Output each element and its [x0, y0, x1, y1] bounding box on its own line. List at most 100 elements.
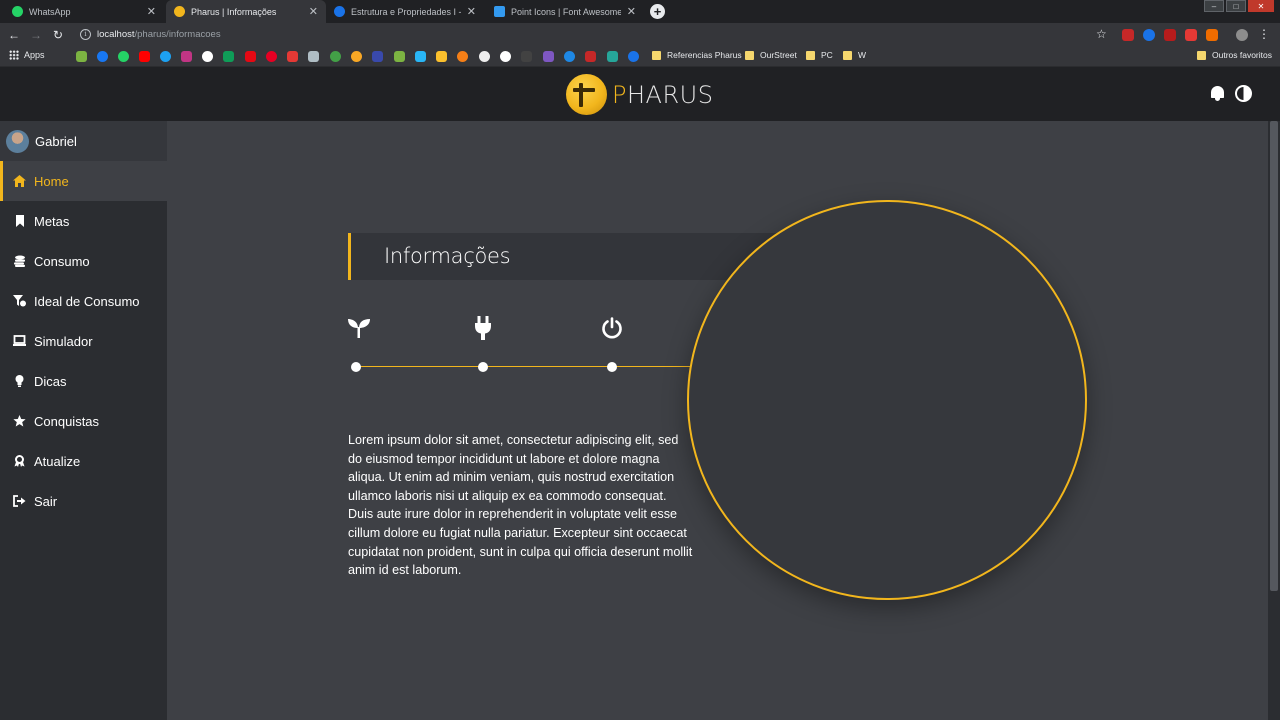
sidebar-item-conquistas[interactable]: Conquistas — [0, 401, 167, 441]
drive-icon[interactable] — [223, 51, 234, 62]
sidebar-item-ideal-de-consumo[interactable]: Ideal de Consumo — [0, 281, 167, 321]
close-icon[interactable]: ✕ — [147, 5, 156, 18]
bookmark-icon[interactable] — [351, 51, 362, 62]
browser-tab-estrutura[interactable]: Estrutura e Propriedades I - Quí ✕ — [326, 0, 484, 23]
back-arrow-icon[interactable]: ← — [3, 28, 25, 42]
facebook-icon[interactable] — [97, 51, 108, 62]
sidebar-item-dicas[interactable]: Dicas — [0, 361, 167, 401]
timeline-dot[interactable] — [607, 362, 617, 372]
extension-icon[interactable] — [1143, 29, 1155, 41]
bookmark-apps[interactable]: Apps — [9, 50, 45, 60]
bookmark-icon[interactable] — [330, 51, 341, 62]
bookmark-icon[interactable] — [287, 51, 298, 62]
folder-icon — [745, 50, 754, 60]
sidebar-item-label: Ideal de Consumo — [34, 293, 140, 309]
netflix-icon[interactable] — [245, 51, 256, 62]
bookmark-icon[interactable] — [585, 51, 596, 62]
minimize-button[interactable]: – — [1204, 0, 1224, 12]
bookmark-icon[interactable] — [628, 51, 639, 62]
pharus-icon — [174, 6, 185, 17]
sidebar-item-label: Simulador — [34, 333, 93, 349]
window-close-button[interactable]: ✕ — [1248, 0, 1274, 12]
reload-icon[interactable]: ↻ — [47, 28, 69, 42]
bell-icon[interactable] — [1210, 85, 1225, 102]
plug-icon[interactable] — [470, 315, 496, 341]
twitter-icon[interactable] — [160, 51, 171, 62]
sidebar-item-consumo[interactable]: Consumo — [0, 241, 167, 281]
bookmark-icon[interactable] — [457, 51, 468, 62]
github-icon[interactable] — [479, 51, 490, 62]
user-profile[interactable]: Gabriel — [0, 121, 167, 161]
whatsapp-icon[interactable] — [118, 51, 129, 62]
brand-initial: P — [612, 80, 627, 109]
page-title-bar: Informações — [348, 233, 778, 280]
google-icon[interactable] — [202, 51, 213, 62]
lightbulb-icon — [13, 375, 26, 388]
forward-arrow-icon[interactable]: → — [25, 28, 47, 42]
sidebar-item-sair[interactable]: Sair — [0, 481, 167, 521]
pharus-logo[interactable]: PHARUS — [566, 74, 713, 115]
browser-tab-whatsapp[interactable]: WhatsApp ✕ — [4, 0, 164, 23]
user-name: Gabriel — [35, 133, 77, 149]
browser-tab-fontawesome[interactable]: Point Icons | Font Awesome ✕ — [486, 0, 644, 23]
browser-toolbar: ← → ↻ i localhost /pharus/informacoes ☆ … — [0, 23, 1280, 46]
sidebar-item-metas[interactable]: Metas — [0, 201, 167, 241]
sidebar-item-atualize[interactable]: Atualize — [0, 441, 167, 481]
apps-label: Apps — [24, 50, 45, 60]
bookmark-icon[interactable] — [76, 51, 87, 62]
site-icon — [334, 6, 345, 17]
profile-avatar-icon[interactable] — [1236, 29, 1248, 41]
figma-icon[interactable] — [543, 51, 554, 62]
brand-name: PHARUS — [612, 81, 713, 109]
page-title: Informações — [384, 244, 511, 268]
scrollbar-thumb[interactable] — [1270, 121, 1278, 591]
close-icon[interactable]: ✕ — [309, 5, 318, 18]
bookmark-icon[interactable] — [308, 51, 319, 62]
info-icon[interactable]: i — [80, 29, 91, 40]
browser-menu-icon[interactable]: ⋮ — [1258, 27, 1270, 41]
new-tab-button[interactable]: + — [650, 4, 665, 19]
extension-icon[interactable] — [1185, 29, 1197, 41]
power-icon[interactable] — [599, 315, 625, 341]
bookmark-icon[interactable] — [607, 51, 618, 62]
timeline-line — [356, 366, 716, 367]
info-description: Lorem ipsum dolor sit amet, consectetur … — [348, 433, 693, 578]
browser-tab-pharus[interactable]: Pharus | Informações ✕ — [166, 0, 326, 23]
extension-icon[interactable] — [1122, 29, 1134, 41]
maximize-button[interactable]: □ — [1226, 0, 1246, 12]
bookmark-folder[interactable]: OurStreet — [745, 50, 797, 60]
contrast-toggle-icon[interactable] — [1235, 85, 1252, 102]
tab-title: Pharus | Informações — [191, 6, 277, 17]
timeline-dot[interactable] — [351, 362, 361, 372]
bookmark-icon[interactable] — [521, 51, 532, 62]
sidebar-item-label: Sair — [34, 493, 58, 509]
extension-icon[interactable] — [1206, 29, 1218, 41]
bookmark-folder[interactable]: W — [843, 50, 866, 60]
pdf-extension-icon[interactable] — [1164, 29, 1176, 41]
scrollbar[interactable] — [1268, 121, 1280, 720]
other-bookmarks-folder[interactable]: Outros favoritos — [1197, 50, 1272, 60]
instagram-icon[interactable] — [181, 51, 192, 62]
bookmark-icon[interactable] — [436, 51, 447, 62]
browser-tab-strip: WhatsApp ✕ Pharus | Informações ✕ Estrut… — [0, 0, 1280, 23]
bookmark-folder[interactable]: PC — [806, 50, 833, 60]
pinterest-icon[interactable] — [266, 51, 277, 62]
bookmark-icon[interactable] — [564, 51, 575, 62]
bookmark-icon[interactable] — [500, 51, 511, 62]
sidebar-item-home[interactable]: Home — [0, 161, 167, 201]
close-icon[interactable]: ✕ — [627, 5, 636, 18]
bookmark-icon[interactable] — [394, 51, 405, 62]
bookmark-icon[interactable] — [372, 51, 383, 62]
close-icon[interactable]: ✕ — [467, 5, 476, 18]
bookmark-folder[interactable]: Referencias Pharus — [652, 50, 742, 60]
bookmark-icon[interactable] — [415, 51, 426, 62]
sidebar-item-label: Home — [34, 173, 69, 189]
sidebar-item-label: Consumo — [34, 253, 90, 269]
sidebar: Gabriel Home Metas Consumo Ideal de Cons… — [0, 121, 167, 720]
sidebar-item-simulador[interactable]: Simulador — [0, 321, 167, 361]
youtube-icon[interactable] — [139, 51, 150, 62]
seedling-icon[interactable] — [346, 315, 372, 341]
address-bar[interactable]: i localhost /pharus/informacoes — [74, 25, 1114, 44]
timeline-dot[interactable] — [478, 362, 488, 372]
bookmark-star-icon[interactable]: ☆ — [1096, 27, 1107, 41]
